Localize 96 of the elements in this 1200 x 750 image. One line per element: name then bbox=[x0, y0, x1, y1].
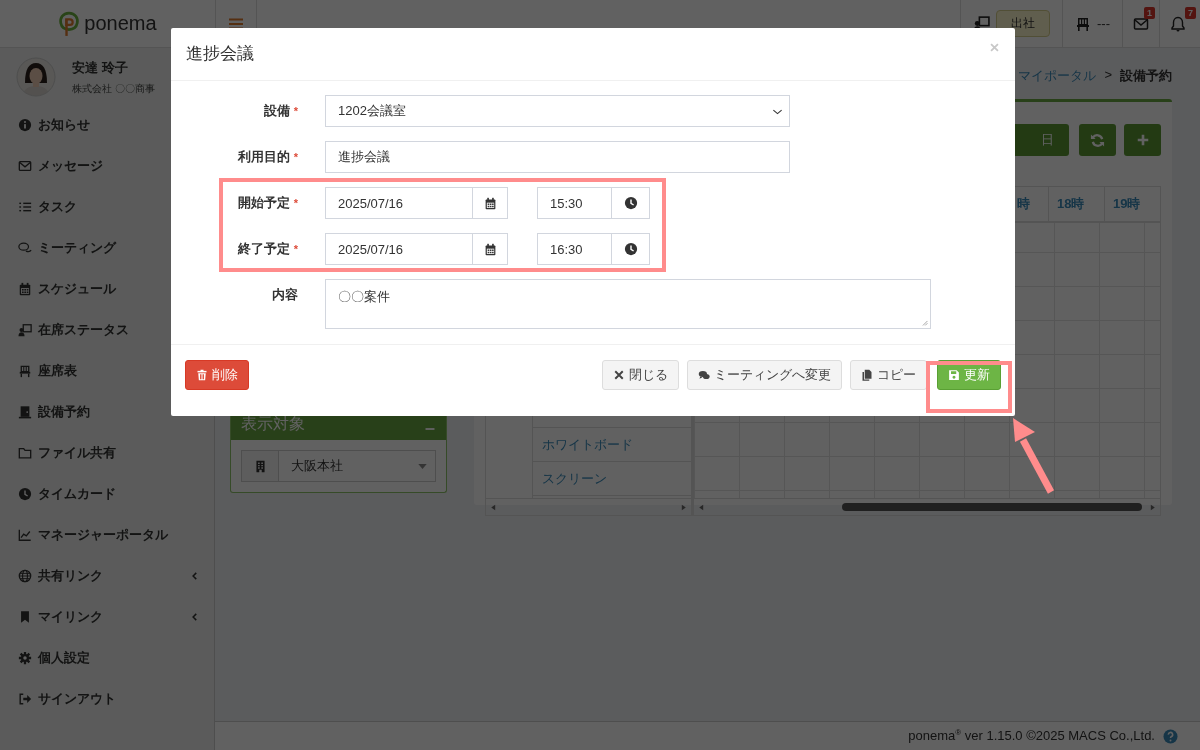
save-icon bbox=[948, 369, 960, 381]
nav-icon bbox=[18, 445, 32, 460]
refresh-icon bbox=[1090, 132, 1105, 148]
calendar-button[interactable] bbox=[473, 187, 508, 219]
sidebar-item[interactable]: メッセージ bbox=[0, 145, 214, 186]
calendar-icon bbox=[483, 242, 497, 256]
trash-icon bbox=[196, 369, 208, 381]
time-header: 18時 bbox=[1048, 187, 1104, 221]
breadcrumb-separator: > bbox=[1104, 67, 1112, 84]
clock-icon bbox=[623, 242, 638, 256]
nav-icon bbox=[18, 240, 32, 255]
breadcrumb-current: 設備予約 bbox=[1120, 67, 1172, 85]
scroll-right-icon bbox=[679, 502, 688, 512]
nav-icon bbox=[18, 322, 32, 337]
required-mark: * bbox=[293, 243, 298, 255]
field-label: 終了予定 bbox=[237, 240, 290, 258]
nav-icon bbox=[18, 363, 32, 378]
time-field[interactable]: 15:30 bbox=[537, 187, 612, 219]
sidebar-item[interactable]: 個人設定 bbox=[0, 637, 214, 678]
mail-button[interactable] bbox=[1133, 15, 1149, 32]
help-icon bbox=[1163, 728, 1178, 744]
caret-icon bbox=[418, 463, 427, 469]
nav-icon bbox=[18, 650, 32, 665]
date-field[interactable]: 2025/07/16 bbox=[325, 187, 473, 219]
sidebar-item[interactable]: マネージャーポータル bbox=[0, 514, 214, 555]
dialog-button[interactable]: ミーティングへ変更 bbox=[687, 360, 842, 390]
required-mark: * bbox=[293, 151, 298, 163]
field-label: 開始予定 bbox=[237, 194, 290, 212]
sidebar-item[interactable]: サインアウト bbox=[0, 678, 214, 719]
copyright-text: ponema$^{®}$ ver 1.15.0 ©2025 MACS Co.,Ltd. bbox=[908, 728, 1155, 744]
nav-icon bbox=[18, 281, 32, 296]
delete-button[interactable]: 削除 bbox=[185, 360, 249, 390]
sidebar-item[interactable]: タイムカード bbox=[0, 473, 214, 514]
scroll-left-icon bbox=[489, 502, 498, 512]
close-icon bbox=[989, 42, 1000, 53]
scrollbar-thumb[interactable] bbox=[842, 503, 1142, 511]
clock-button[interactable] bbox=[612, 233, 650, 265]
nav-icon bbox=[18, 486, 32, 501]
clock-icon bbox=[623, 196, 638, 210]
plus-icon bbox=[1135, 133, 1150, 147]
time-field[interactable]: 16:30 bbox=[537, 233, 612, 265]
sidebar-item[interactable]: お知らせ bbox=[0, 104, 214, 145]
sidebar-item[interactable]: ファイル共有 bbox=[0, 432, 214, 473]
nav-icon bbox=[18, 691, 32, 706]
field-label: 設備 bbox=[263, 102, 290, 120]
equipment-select[interactable]: 1202会議室 bbox=[325, 95, 790, 127]
equipment-link[interactable]: ホワイトボード bbox=[542, 435, 633, 454]
close-icon bbox=[613, 369, 625, 381]
dialog-button[interactable]: 閉じる bbox=[602, 360, 679, 390]
calendar-button[interactable] bbox=[473, 233, 508, 265]
dialog-title: 進捗会議 bbox=[186, 43, 254, 65]
sidebar-item[interactable]: 設備予約 bbox=[0, 391, 214, 432]
count-badge: 7 bbox=[1185, 7, 1196, 19]
scroll-right-icon bbox=[1148, 502, 1157, 512]
seat-text: --- bbox=[1097, 16, 1110, 31]
scroll-left-icon bbox=[697, 502, 706, 512]
refresh-button[interactable] bbox=[1079, 124, 1116, 156]
copy-icon bbox=[861, 369, 873, 381]
chat-icon bbox=[698, 369, 710, 381]
notification-button[interactable] bbox=[1170, 15, 1186, 32]
nav-icon bbox=[18, 404, 32, 419]
panel-title: 表示対象 bbox=[241, 414, 305, 434]
clock-button[interactable] bbox=[612, 187, 650, 219]
bell-icon bbox=[1170, 15, 1186, 32]
chair-icon bbox=[1075, 15, 1091, 32]
text-field[interactable]: 進捗会議 bbox=[325, 141, 790, 173]
building-icon bbox=[253, 459, 267, 473]
add-button[interactable] bbox=[1124, 124, 1161, 156]
required-mark: * bbox=[293, 105, 298, 117]
sidebar-item[interactable]: スケジュール bbox=[0, 268, 214, 309]
sidebar-item[interactable]: ミーティング bbox=[0, 227, 214, 268]
logo-text: ponema bbox=[84, 12, 157, 35]
count-badge: 1 bbox=[1144, 7, 1155, 19]
user-name: 安達 玲子 bbox=[72, 58, 129, 77]
time-header: 19時 bbox=[1104, 187, 1160, 221]
sidebar-item[interactable]: 共有リンク bbox=[0, 555, 214, 596]
nav-icon bbox=[18, 158, 32, 173]
nav-icon bbox=[18, 568, 32, 583]
field-label: 利用目的 bbox=[237, 148, 290, 166]
sidebar-item[interactable]: 在席ステータス bbox=[0, 309, 214, 350]
text-area[interactable]: 〇〇案件 bbox=[325, 279, 931, 329]
mail-icon bbox=[1133, 15, 1149, 32]
required-mark: * bbox=[293, 197, 298, 209]
office-select[interactable]: 大阪本社 bbox=[241, 450, 436, 482]
nav-icon bbox=[18, 527, 32, 542]
logo-icon bbox=[58, 10, 81, 37]
nav-icon bbox=[18, 609, 32, 624]
date-field[interactable]: 2025/07/16 bbox=[325, 233, 473, 265]
sidebar-item[interactable]: マイリンク bbox=[0, 596, 214, 637]
calendar-icon bbox=[483, 196, 497, 210]
dialog-button[interactable]: コピー bbox=[850, 360, 927, 390]
equipment-link[interactable]: スクリーン bbox=[542, 469, 607, 488]
sidebar-item[interactable]: タスク bbox=[0, 186, 214, 227]
field-label: 内容 bbox=[272, 286, 298, 304]
nav-icon bbox=[18, 117, 32, 132]
close-button[interactable] bbox=[989, 42, 1000, 53]
